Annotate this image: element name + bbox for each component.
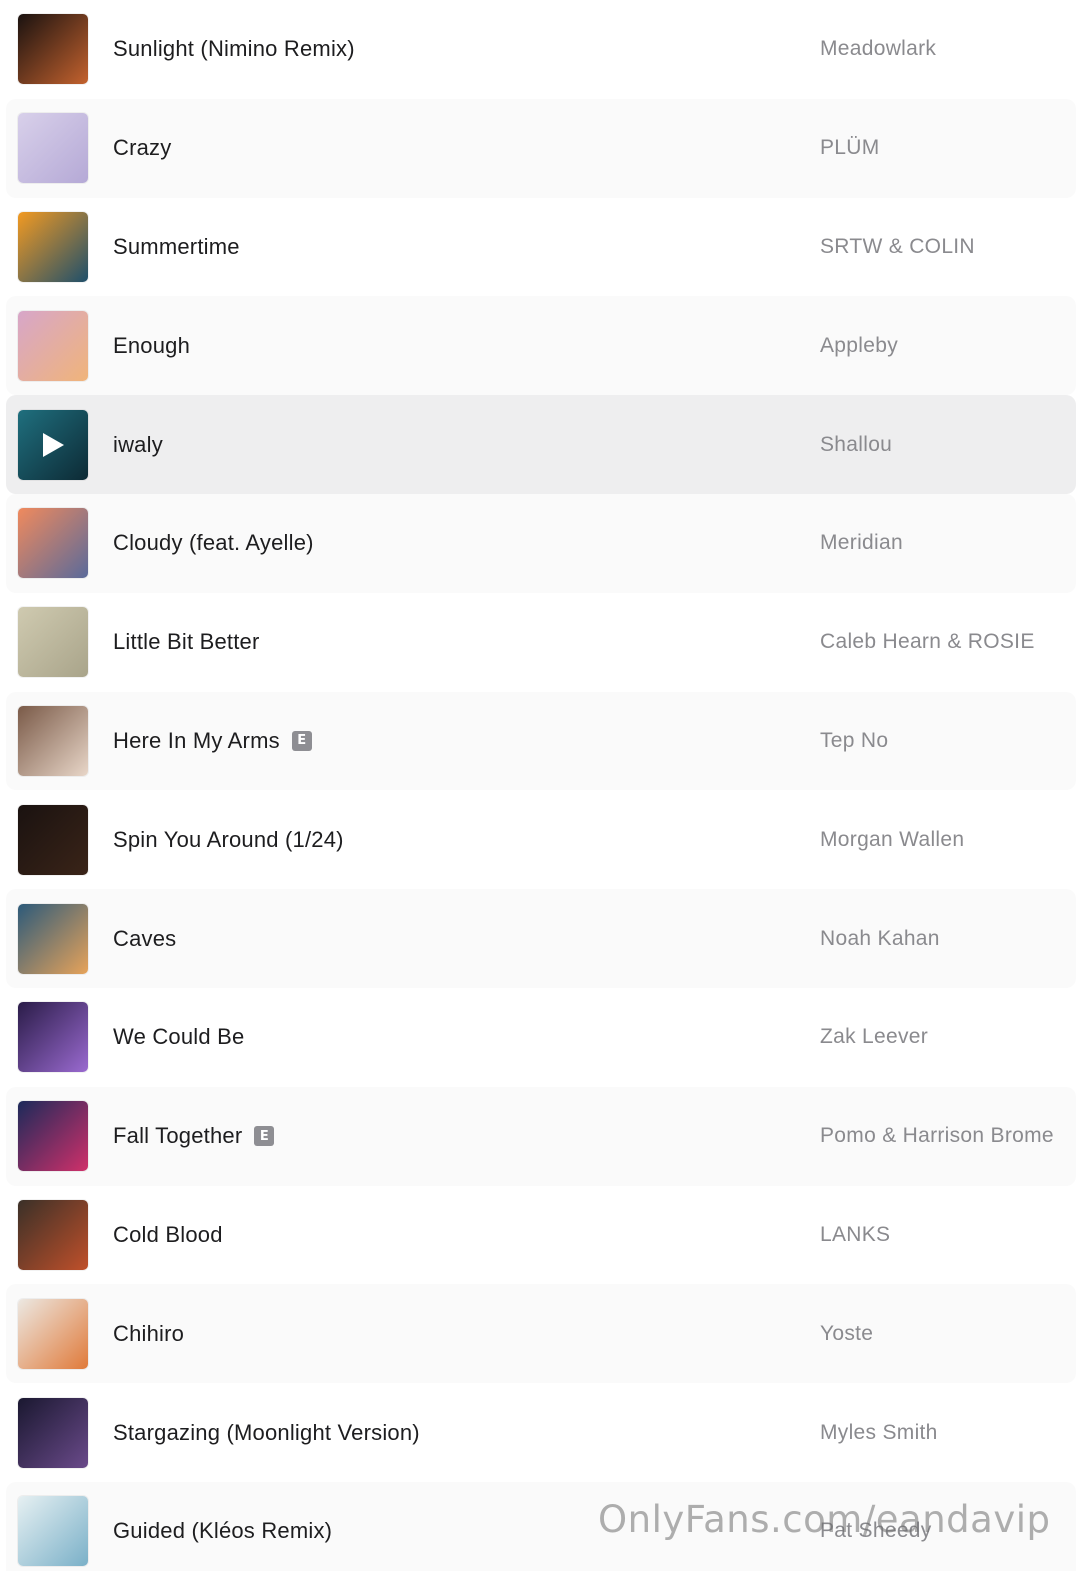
track-artist[interactable]: Pomo & Harrison Brome: [820, 1124, 1054, 1148]
track-row[interactable]: Here In My Arms E Tep No: [6, 691, 1076, 791]
track-row[interactable]: Sunlight (Nimino Remix) Meadowlark: [6, 0, 1076, 99]
track-artist[interactable]: Pat Sheedy: [820, 1519, 932, 1543]
track-row[interactable]: Cold Blood LANKS: [6, 1185, 1076, 1285]
track-title-cell: Caves: [113, 926, 176, 952]
track-title-cell: Summertime: [113, 234, 240, 260]
album-artwork[interactable]: [18, 1298, 88, 1369]
album-artwork[interactable]: [18, 804, 88, 875]
track-title-cell: Here In My Arms E: [113, 728, 312, 754]
track-row[interactable]: Stargazing (Moonlight Version) Myles Smit…: [6, 1383, 1076, 1482]
track-artist[interactable]: Zak Leever: [820, 1025, 928, 1049]
track-title-cell: Enough: [113, 333, 190, 359]
track-row[interactable]: Enough Appleby: [6, 296, 1076, 396]
track-artist[interactable]: SRTW & COLIN: [820, 235, 975, 259]
track-title: Sunlight (Nimino Remix): [113, 36, 355, 62]
explicit-badge: E: [254, 1126, 275, 1147]
track-title-cell: We Could Be: [113, 1024, 244, 1050]
album-artwork[interactable]: [18, 14, 88, 85]
album-artwork[interactable]: [18, 1002, 88, 1073]
album-artwork[interactable]: [18, 211, 88, 282]
track-artist[interactable]: Noah Kahan: [820, 927, 940, 951]
track-title: Chihiro: [113, 1320, 185, 1346]
track-artist[interactable]: LANKS: [820, 1223, 890, 1247]
track-row[interactable]: Summertime SRTW & COLIN: [6, 197, 1076, 297]
track-row[interactable]: iwaly Shallou: [6, 395, 1076, 494]
track-row[interactable]: Guided (Kléos Remix) Pat Sheedy: [6, 1481, 1076, 1571]
track-title: Here In My Arms: [113, 727, 280, 753]
track-title-cell: Stargazing (Moonlight Version): [113, 1420, 420, 1446]
track-title-cell: iwaly: [113, 432, 163, 458]
track-title: Little Bit Better: [113, 629, 260, 655]
track-row[interactable]: Chihiro Yoste: [6, 1284, 1076, 1384]
track-artist[interactable]: Appleby: [820, 334, 898, 358]
track-title: Cloudy (feat. Ayelle): [113, 530, 314, 556]
track-list: Sunlight (Nimino Remix) Meadowlark Crazy PL…: [0, 0, 1080, 1571]
track-title-cell: Crazy: [113, 135, 171, 161]
play-icon[interactable]: [18, 410, 88, 480]
track-title: Summertime: [113, 233, 240, 259]
track-artist[interactable]: Caleb Hearn & ROSIE: [820, 630, 1035, 654]
album-artwork[interactable]: [18, 113, 88, 184]
track-artist[interactable]: Yoste: [820, 1322, 873, 1346]
track-title: Spin You Around (1/24): [113, 826, 344, 852]
track-title-cell: Chihiro: [113, 1321, 184, 1347]
album-artwork[interactable]: [18, 508, 88, 579]
album-artwork[interactable]: [18, 409, 88, 480]
track-title: Caves: [113, 925, 177, 951]
album-artwork[interactable]: [18, 1199, 88, 1270]
track-artist[interactable]: Meadowlark: [820, 37, 936, 61]
track-title: Cold Blood: [113, 1221, 223, 1247]
album-artwork[interactable]: [18, 1496, 88, 1567]
track-title: Fall Together: [113, 1123, 243, 1149]
track-row[interactable]: Fall Together E Pomo & Harrison Brome: [6, 1086, 1076, 1186]
track-artist[interactable]: Myles Smith: [820, 1421, 938, 1445]
track-title: We Could Be: [113, 1024, 245, 1050]
track-title-cell: Fall Together E: [113, 1123, 275, 1149]
track-artist[interactable]: Tep No: [820, 729, 888, 753]
track-artist[interactable]: Morgan Wallen: [820, 828, 964, 852]
track-title-cell: Cloudy (feat. Ayelle): [113, 530, 314, 556]
album-artwork[interactable]: [18, 607, 88, 678]
track-title: Enough: [113, 332, 191, 358]
track-title-cell: Little Bit Better: [113, 629, 259, 655]
track-title-cell: Cold Blood: [113, 1222, 223, 1248]
track-title: Stargazing (Moonlight Version): [113, 1419, 420, 1445]
track-row[interactable]: Caves Noah Kahan: [6, 889, 1076, 988]
album-artwork[interactable]: [18, 903, 88, 974]
album-artwork[interactable]: [18, 705, 88, 776]
track-title-cell: Spin You Around (1/24): [113, 827, 344, 853]
track-row[interactable]: Cloudy (feat. Ayelle) Meridian: [6, 493, 1076, 593]
track-row[interactable]: Crazy PLÜM: [6, 98, 1076, 198]
explicit-badge: E: [291, 730, 312, 751]
track-artist[interactable]: PLÜM: [820, 136, 880, 160]
track-title-cell: Sunlight (Nimino Remix): [113, 36, 355, 62]
track-artist[interactable]: Shallou: [820, 433, 892, 457]
track-row[interactable]: Spin You Around (1/24) Morgan Wallen: [6, 790, 1076, 890]
album-artwork[interactable]: [18, 1101, 88, 1172]
track-artist[interactable]: Meridian: [820, 531, 903, 555]
album-artwork[interactable]: [18, 1397, 88, 1468]
track-title: Crazy: [113, 135, 172, 161]
track-title-cell: Guided (Kléos Remix): [113, 1518, 332, 1544]
track-title: Guided (Kléos Remix): [113, 1518, 333, 1544]
album-artwork[interactable]: [18, 310, 88, 381]
track-row[interactable]: Little Bit Better Caleb Hearn & ROSIE: [6, 592, 1076, 692]
track-row[interactable]: We Could Be Zak Leever: [6, 987, 1076, 1087]
track-title: iwaly: [113, 431, 163, 457]
